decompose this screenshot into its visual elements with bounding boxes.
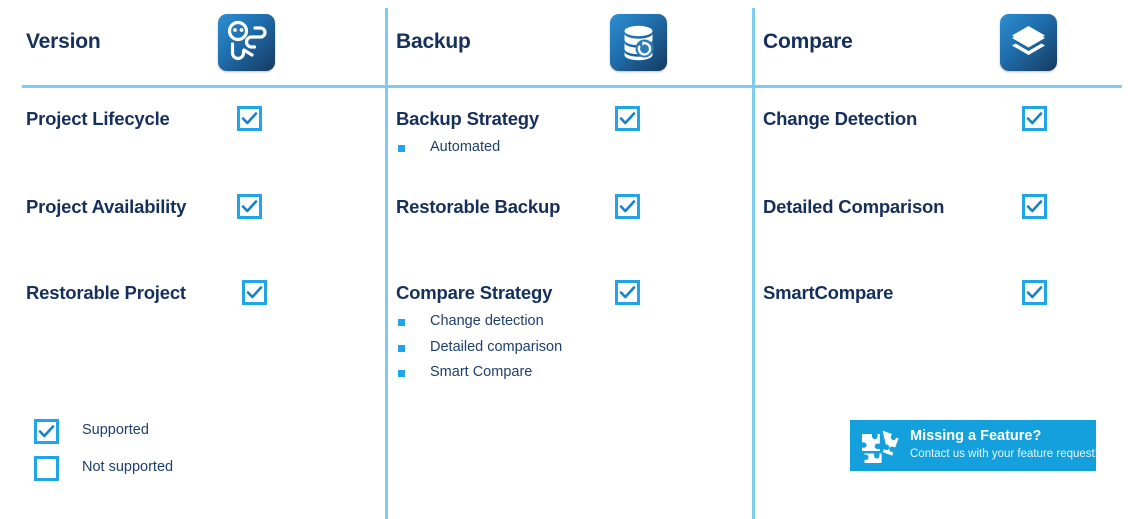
column-title-backup: Backup xyxy=(396,30,471,53)
column-title-compare: Compare xyxy=(763,30,853,53)
column-header-version: Version xyxy=(0,0,385,85)
feature-name: SmartCompare xyxy=(763,282,894,303)
version-branch-icon xyxy=(218,14,275,71)
legend-checkbox-checked xyxy=(34,419,59,444)
feature-comparison-board: Version Project Lifecycle Project Availa… xyxy=(0,0,1134,519)
legend-label: Not supported xyxy=(82,459,174,475)
layers-stack-icon xyxy=(1000,14,1057,71)
feature-name: Restorable Project xyxy=(26,282,186,303)
support-checkbox[interactable] xyxy=(237,194,262,219)
cta-subtitle: Contact us with your feature request! xyxy=(910,448,1096,460)
feature-name: Project Availability xyxy=(26,196,187,217)
list-item: Automated xyxy=(398,135,500,161)
list-item: Change detection xyxy=(398,309,562,335)
feature-name: Backup Strategy xyxy=(396,108,539,129)
support-checkbox[interactable] xyxy=(1022,106,1047,131)
support-checkbox[interactable] xyxy=(237,106,262,131)
support-checkbox[interactable] xyxy=(242,280,267,305)
feature-name: Restorable Backup xyxy=(396,196,561,217)
puzzle-piece-icon xyxy=(859,426,899,466)
feature-name: Project Lifecycle xyxy=(26,108,170,129)
list-item: Smart Compare xyxy=(398,360,562,386)
bullet-icon xyxy=(398,145,405,152)
feature-name: Change Detection xyxy=(763,108,918,129)
list-item: Detailed comparison xyxy=(398,335,562,361)
bullet-icon xyxy=(398,344,405,352)
column-header-backup: Backup xyxy=(388,0,752,85)
legend-checkbox-unchecked xyxy=(34,456,59,481)
feature-name: Compare Strategy xyxy=(396,282,553,303)
cta-title: Missing a Feature? xyxy=(910,428,1042,444)
database-restore-icon xyxy=(610,14,667,71)
support-checkbox[interactable] xyxy=(1022,194,1047,219)
sub-label: Automated xyxy=(430,139,501,155)
column-backup: Backup Backup Strategy Automated Restora… xyxy=(388,0,752,519)
feature-sublist: Change detection Detailed comparison Sma… xyxy=(398,309,562,386)
support-checkbox[interactable] xyxy=(1022,280,1047,305)
support-checkbox[interactable] xyxy=(615,280,640,305)
sub-label: Smart Compare xyxy=(430,364,533,380)
missing-feature-banner[interactable]: Missing a Feature? Contact us with your … xyxy=(850,420,1096,471)
column-title-version: Version xyxy=(26,30,101,53)
sub-label: Detailed comparison xyxy=(430,338,563,355)
support-checkbox[interactable] xyxy=(615,194,640,219)
support-checkbox[interactable] xyxy=(615,106,640,131)
sub-label: Change detection xyxy=(430,313,544,329)
bullet-icon xyxy=(398,319,405,326)
feature-name: Detailed Comparison xyxy=(763,196,945,217)
column-header-compare: Compare xyxy=(755,0,1134,85)
feature-sublist: Automated xyxy=(398,135,500,161)
bullet-icon xyxy=(398,370,405,377)
legend-label: Supported xyxy=(82,422,149,438)
